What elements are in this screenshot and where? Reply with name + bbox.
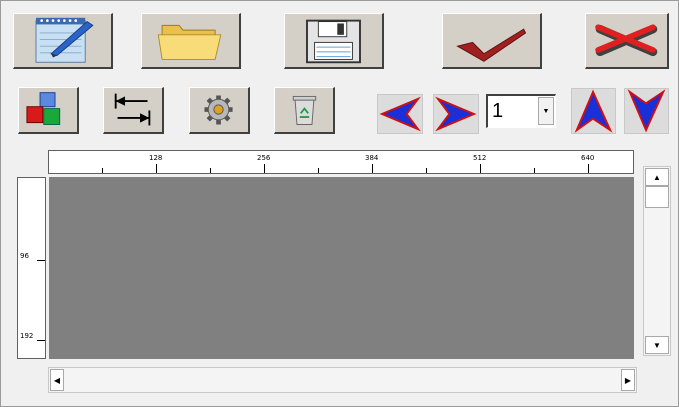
move-down-button[interactable]	[624, 88, 669, 134]
gear-icon	[204, 95, 233, 125]
ruler-tick	[210, 168, 211, 173]
ruler-label: 128	[149, 154, 163, 162]
ruler-tick	[102, 168, 103, 173]
move-up-button[interactable]	[571, 88, 616, 134]
scroll-thumb[interactable]	[645, 186, 669, 208]
next-button[interactable]	[433, 94, 479, 134]
ruler-tick	[426, 168, 427, 173]
ruler-tick	[37, 340, 45, 341]
down-arrow-icon	[627, 89, 666, 133]
new-document-button[interactable]	[13, 13, 113, 69]
ruler-label: 256	[257, 154, 271, 162]
red-x-icon	[595, 24, 658, 57]
vertical-ruler: 96 192	[17, 177, 46, 359]
checkmark-icon	[456, 28, 527, 62]
up-arrow-icon	[574, 89, 613, 133]
folder-icon	[157, 24, 222, 60]
save-button[interactable]	[284, 13, 384, 69]
notepad-pen-icon	[35, 17, 94, 63]
ruler-tick	[480, 164, 481, 173]
previous-button[interactable]	[377, 94, 423, 134]
cancel-button[interactable]	[585, 13, 669, 69]
ruler-label: 512	[473, 154, 487, 162]
horizontal-scrollbar[interactable]: ◀ ▶	[48, 367, 637, 393]
confirm-button[interactable]	[442, 13, 542, 69]
components-button[interactable]	[18, 87, 79, 134]
scroll-left-button[interactable]: ◀	[50, 369, 64, 391]
ruler-tick	[372, 164, 373, 173]
ruler-label: 96	[20, 252, 29, 260]
delete-button[interactable]	[274, 87, 335, 134]
ruler-tick	[534, 168, 535, 173]
value-select[interactable]: 1 ▼	[486, 94, 556, 128]
ruler-label: 640	[581, 154, 595, 162]
fit-width-arrows-icon	[114, 93, 151, 126]
recycle-bin-icon	[292, 95, 317, 125]
ruler-label: 192	[20, 332, 34, 340]
drawing-canvas[interactable]	[49, 177, 634, 359]
fit-width-button[interactable]	[103, 87, 164, 134]
vertical-scrollbar[interactable]: ▲ ▼	[643, 166, 671, 356]
scroll-up-button[interactable]: ▲	[645, 168, 669, 186]
left-arrow-icon	[379, 96, 421, 132]
horizontal-ruler: 128 256 384 512 640	[48, 150, 634, 174]
settings-button[interactable]	[189, 87, 250, 134]
cubes-icon	[26, 92, 61, 125]
ruler-tick	[588, 164, 589, 173]
scroll-down-button[interactable]: ▼	[645, 336, 669, 354]
value-select-text: 1	[492, 100, 504, 122]
ruler-label: 384	[365, 154, 379, 162]
open-folder-button[interactable]	[141, 13, 241, 69]
floppy-disk-icon	[306, 19, 361, 64]
chevron-down-icon[interactable]: ▼	[538, 97, 554, 125]
right-arrow-icon	[435, 96, 477, 132]
ruler-tick	[264, 164, 265, 173]
ruler-tick	[156, 164, 157, 173]
ruler-tick	[37, 260, 45, 261]
ruler-tick	[318, 168, 319, 173]
scroll-right-button[interactable]: ▶	[621, 369, 635, 391]
